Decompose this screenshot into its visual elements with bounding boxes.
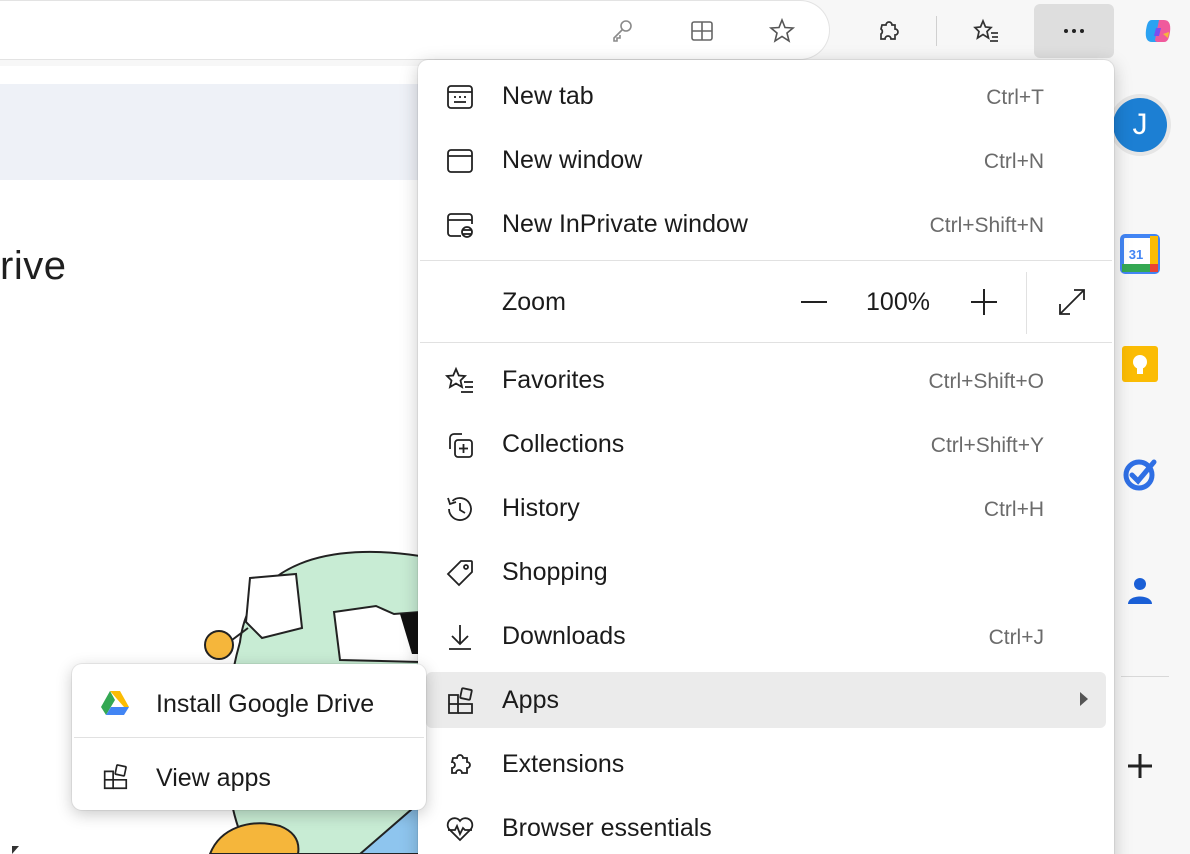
collections-icon <box>444 429 476 461</box>
submenu-divider <box>74 737 424 738</box>
new-window-icon <box>444 145 476 177</box>
fullscreen-button[interactable] <box>1050 282 1094 322</box>
menu-item-browser-essentials[interactable]: Browser essentials <box>426 800 1106 854</box>
more-icon[interactable] <box>1034 4 1114 58</box>
favorites-icon[interactable] <box>960 4 1012 58</box>
menu-item-label: New window <box>502 146 643 174</box>
zoom-out-button[interactable] <box>792 282 836 322</box>
menu-item-label: Apps <box>502 686 559 714</box>
browser-toolbar <box>0 0 1190 62</box>
menu-item-new-inprivate-window[interactable]: New InPrivate window Ctrl+Shift+N <box>426 196 1106 252</box>
menu-item-shortcut: Ctrl+H <box>983 498 1044 521</box>
new-tab-icon <box>444 81 476 113</box>
history-icon <box>444 493 476 525</box>
menu-item-label: History <box>502 494 580 522</box>
edge-sidebar: J 31 <box>1110 62 1190 854</box>
add-icon[interactable] <box>1112 738 1168 794</box>
menu-item-shortcut: Ctrl+T <box>986 86 1044 109</box>
menu-item-shortcut: Ctrl+Shift+O <box>928 370 1044 393</box>
google-contacts-icon[interactable] <box>1112 564 1168 620</box>
submenu-item-label: Install Google Drive <box>156 690 375 718</box>
menu-item-new-tab[interactable]: New tab Ctrl+T <box>426 68 1106 124</box>
inprivate-window-icon <box>444 209 476 241</box>
menu-item-history[interactable]: History Ctrl+H <box>426 480 1106 536</box>
menu-item-label: Favorites <box>502 366 605 394</box>
settings-menu: New tab Ctrl+T New window Ctrl+N New InP… <box>418 60 1114 854</box>
apps-icon <box>444 685 476 717</box>
menu-item-shortcut: Ctrl+N <box>983 150 1044 173</box>
zoom-label: Zoom <box>502 288 566 316</box>
menu-item-shortcut: Ctrl+J <box>988 626 1044 649</box>
apps-icon <box>100 762 130 792</box>
google-tasks-icon[interactable] <box>1112 446 1168 502</box>
avatar-initial: J <box>1132 108 1148 141</box>
menu-item-downloads[interactable]: Downloads Ctrl+J <box>426 608 1106 664</box>
toolbar-separator <box>936 16 937 46</box>
extensions-icon <box>444 749 476 781</box>
menu-item-label: Extensions <box>502 750 625 778</box>
page-title: rive <box>0 244 67 288</box>
google-calendar-icon[interactable]: 31 <box>1112 226 1168 282</box>
menu-item-label: Browser essentials <box>502 814 712 842</box>
menu-divider <box>420 342 1112 343</box>
split-screen-icon[interactable] <box>676 4 728 58</box>
copilot-icon[interactable] <box>1132 4 1184 58</box>
favorites-icon <box>444 365 476 397</box>
zoom-value: 100% <box>866 288 930 316</box>
menu-item-shortcut: Ctrl+Shift+N <box>929 214 1044 237</box>
download-icon <box>444 621 476 653</box>
menu-item-label: New InPrivate window <box>502 210 748 238</box>
menu-item-apps[interactable]: Apps <box>426 672 1106 728</box>
zoom-in-button[interactable] <box>962 282 1006 322</box>
menu-item-label: New tab <box>502 82 594 110</box>
key-icon[interactable] <box>596 4 648 58</box>
sidebar-divider <box>1121 676 1169 677</box>
chevron-right-icon <box>1080 692 1088 706</box>
menu-item-collections[interactable]: Collections Ctrl+Shift+Y <box>426 416 1106 472</box>
avatar[interactable]: J <box>1113 98 1167 152</box>
google-keep-icon[interactable] <box>1112 336 1168 392</box>
apps-submenu: Install Google Drive View apps <box>72 664 426 810</box>
favorite-star-icon[interactable] <box>756 4 808 58</box>
mouse-cursor <box>12 846 19 854</box>
calendar-day-number: 31 <box>1129 247 1143 262</box>
menu-item-label: Shopping <box>502 558 608 586</box>
menu-item-shortcut: Ctrl+Shift+Y <box>930 434 1044 457</box>
zoom-row: Zoom 100% <box>426 272 1106 334</box>
menu-item-new-window[interactable]: New window Ctrl+N <box>426 132 1106 188</box>
heart-pulse-icon <box>444 813 476 845</box>
extensions-icon[interactable] <box>862 4 914 58</box>
google-drive-icon <box>100 688 130 718</box>
shopping-tag-icon <box>444 557 476 589</box>
menu-item-label: Downloads <box>502 622 626 650</box>
menu-item-shopping[interactable]: Shopping <box>426 544 1106 600</box>
menu-item-favorites[interactable]: Favorites Ctrl+Shift+O <box>426 352 1106 408</box>
submenu-item-label: View apps <box>156 764 271 792</box>
zoom-separator <box>1026 272 1027 334</box>
submenu-item-view-apps[interactable]: View apps <box>78 744 420 808</box>
menu-item-label: Collections <box>502 430 625 458</box>
page-banner <box>0 84 420 180</box>
menu-item-extensions[interactable]: Extensions <box>426 736 1106 792</box>
submenu-item-install-google-drive[interactable]: Install Google Drive <box>78 670 420 734</box>
menu-divider <box>420 260 1112 261</box>
